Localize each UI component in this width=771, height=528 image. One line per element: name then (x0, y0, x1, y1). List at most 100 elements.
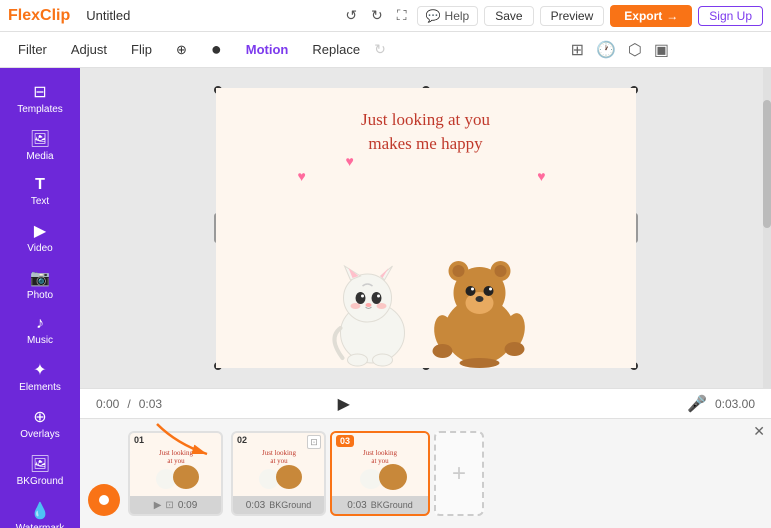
clip-1-play-icon: ▶ (154, 500, 162, 511)
clip-2-label: BKGround (269, 500, 311, 510)
overlays-icon: ⊕ (33, 407, 46, 427)
logo: FlexClip (8, 7, 70, 25)
music-icon: ♪ (36, 315, 44, 333)
flip-button[interactable]: Flip (121, 38, 162, 61)
brown-bear-svg (424, 243, 529, 368)
canvas-image: Just looking at you makes me happy ♥ ♥ ♥ (216, 88, 636, 368)
record-button[interactable] (88, 484, 120, 516)
title-area: Untitled (86, 8, 333, 23)
photo-icon: 📷 (30, 268, 50, 288)
clip-2-time: 0:03 (246, 500, 265, 511)
mic-button[interactable]: 🎤 (687, 394, 707, 414)
clip-3-num: 03 (336, 435, 354, 447)
scroll-thumb (763, 100, 771, 228)
sidebar-item-overlays[interactable]: ⊕ Overlays (5, 401, 75, 446)
video-icon: ▶ (34, 221, 46, 241)
quote-text: Just looking at you makes me happy (361, 108, 490, 156)
export-button[interactable]: Export → (610, 5, 692, 27)
grid-icon-button[interactable]: ⊞ (569, 38, 586, 62)
filmstrip: ✕ 01 Just looking at you (80, 418, 771, 528)
sidebar: ⊟ Templates 🖼 Media T Text ▶ Video 📷 Pho… (0, 68, 80, 528)
clip-3[interactable]: 03 Just looking at you 0:03 BKGround (330, 431, 430, 516)
record-dot (99, 495, 109, 505)
circle-button[interactable]: ● (201, 35, 232, 64)
sidebar-item-bkground[interactable]: 🖼 BKGround (5, 448, 75, 493)
signup-button[interactable]: Sign Up (698, 6, 763, 26)
clip-3-time: 0:03 (347, 500, 366, 511)
scroll-area[interactable] (763, 68, 771, 388)
play-button[interactable]: ▶ (332, 392, 356, 416)
sidebar-item-photo[interactable]: 📷 Photo (5, 262, 75, 307)
heart-2: ♥ (346, 153, 354, 169)
help-icon: 💬 (426, 9, 441, 23)
topbar: FlexClip Untitled ↺ ↻ ⛶ 💬 Help Save Prev… (0, 0, 771, 32)
adjust-button[interactable]: Adjust (61, 38, 117, 61)
sidebar-item-text[interactable]: T Text (5, 170, 75, 213)
help-button[interactable]: 💬 Help (417, 6, 479, 26)
arrow-svg (147, 418, 227, 464)
current-time: 0:00 (96, 397, 119, 411)
sidebar-item-media[interactable]: 🖼 Media (5, 123, 75, 168)
toolbar-right: ⊞ 🕐 ⬡ ▣ (569, 38, 671, 62)
scene: Just looking at you makes me happy ♥ ♥ ♥ (216, 88, 636, 368)
crop-button[interactable]: ⊕ (166, 38, 197, 62)
canvas-area: ‹ (80, 68, 771, 418)
text-icon: T (35, 176, 45, 194)
logo-clip: Clip (40, 7, 70, 24)
white-cat-svg (322, 248, 422, 368)
total-time: 0:03 (139, 397, 162, 411)
cats-scene (322, 243, 529, 368)
media-icon: 🖼 (30, 129, 50, 149)
heart-3: ♥ (537, 168, 545, 184)
svg-text:at you: at you (270, 457, 288, 465)
clip-2-footer: 0:03 BKGround (233, 496, 324, 514)
fullscreen-button[interactable]: ⛶ (393, 5, 411, 26)
clip-2-overlay-icon: ⊡ (307, 435, 321, 449)
timeline-bar: 0:00 / 0:03 ▶ 🎤 0:03.00 (80, 388, 771, 418)
svg-text:Just looking: Just looking (261, 449, 296, 457)
clip-2-preview: Just looking at you (244, 437, 314, 492)
clip-1-copy-icon: ⊡ (165, 500, 173, 511)
crop-icon: ⊕ (176, 42, 187, 57)
svg-text:Just looking: Just looking (362, 449, 397, 457)
time-separator: / (127, 397, 130, 411)
clip-3-footer: 0:03 BKGround (332, 496, 428, 514)
preview-button[interactable]: Preview (540, 6, 605, 26)
clip-2[interactable]: 02 Just looking at you ⊡ 0:03 BKGround (231, 431, 326, 516)
logo-flex: Flex (8, 7, 40, 24)
canvas-frame: Just looking at you makes me happy ♥ ♥ ♥ (216, 88, 636, 368)
redo-button[interactable]: ↻ (367, 5, 387, 26)
filter-button[interactable]: Filter (8, 38, 57, 61)
bkground-icon: 🖼 (30, 454, 50, 474)
motion-button[interactable]: Motion (236, 38, 299, 61)
sidebar-item-watermark[interactable]: 💧 Watermark (5, 495, 75, 528)
clock-icon-button[interactable]: 🕐 (594, 38, 618, 62)
settings-icon-button[interactable]: ▣ (652, 38, 671, 62)
sidebar-item-elements[interactable]: ✦ Elements (5, 354, 75, 399)
undo-button[interactable]: ↺ (341, 5, 361, 26)
topbar-icons: ↺ ↻ ⛶ 💬 Help Save Preview Export → Sign … (341, 5, 763, 27)
filmstrip-close-button[interactable]: ✕ (753, 423, 765, 440)
export-arrow-icon: → (666, 9, 678, 23)
canvas-container: ‹ (80, 68, 771, 388)
clip-3-label: BKGround (371, 500, 413, 510)
editor-area: ‹ (80, 68, 771, 528)
svg-text:at you: at you (371, 457, 389, 465)
sidebar-item-templates[interactable]: ⊟ Templates (5, 76, 75, 121)
duration-display: 0:03.00 (715, 397, 755, 411)
watermark-icon: 💧 (30, 501, 50, 521)
clip-1-time: 0:09 (178, 500, 197, 511)
add-clip-button[interactable]: + (434, 431, 484, 516)
document-title: Untitled (86, 8, 130, 23)
clip-2-num: 02 (237, 435, 247, 445)
save-button[interactable]: Save (484, 6, 533, 26)
refresh-icon: ↻ (374, 41, 386, 58)
clip-1-footer: ▶ ⊡ 0:09 (130, 496, 221, 514)
layers-icon-button[interactable]: ⬡ (626, 38, 644, 62)
main: ⊟ Templates 🖼 Media T Text ▶ Video 📷 Pho… (0, 68, 771, 528)
sidebar-item-video[interactable]: ▶ Video (5, 215, 75, 260)
replace-button[interactable]: Replace (302, 38, 370, 61)
templates-icon: ⊟ (33, 82, 46, 102)
sidebar-item-music[interactable]: ♪ Music (5, 309, 75, 352)
clip-3-preview: Just looking at you (343, 437, 418, 492)
